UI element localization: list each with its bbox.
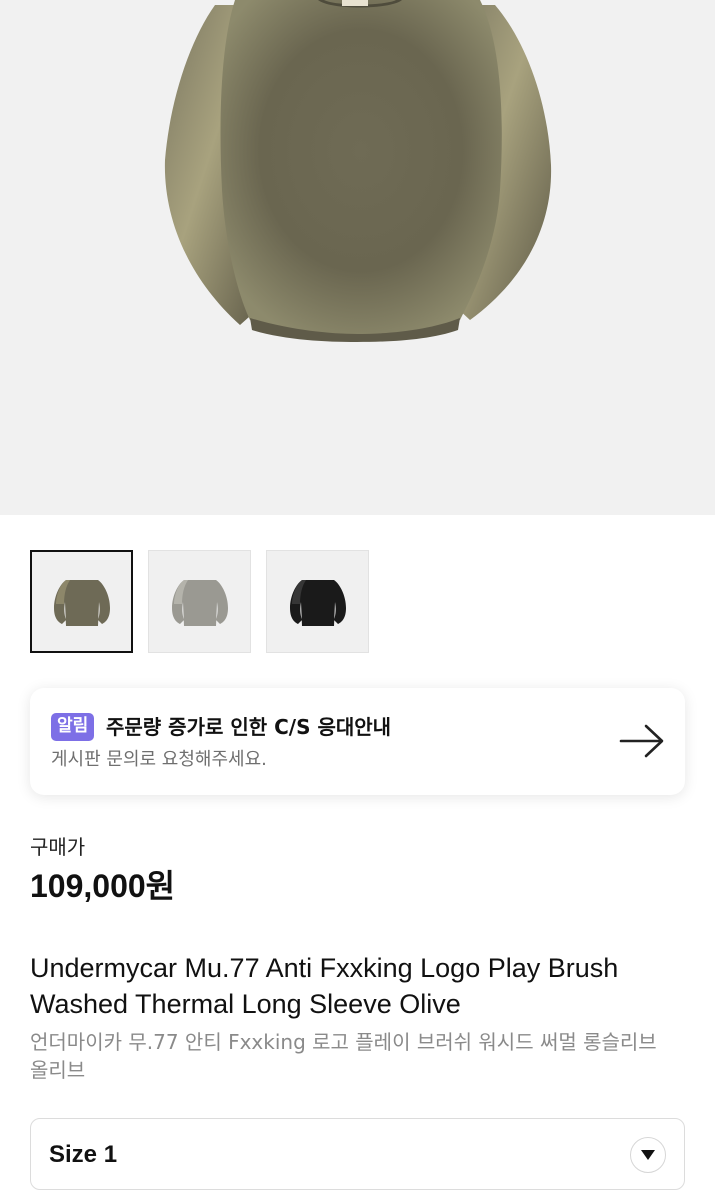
price-label: 구매가 — [30, 835, 86, 859]
size-select-value: Size 1 — [49, 1141, 118, 1168]
price-value: 109,000원 — [30, 868, 176, 904]
product-hero-image[interactable] — [0, 0, 715, 515]
thumbnail-black[interactable] — [266, 550, 369, 653]
cs-notice-banner[interactable]: 알림 주문량 증가로 인한 C/S 응대안내 게시판 문의로 요청해주세요. — [30, 688, 685, 795]
notice-badge: 알림 — [51, 713, 95, 741]
sweater-illustration — [164, 0, 552, 342]
thumbnail-grey[interactable] — [148, 550, 251, 653]
thumbnail-gallery — [30, 550, 369, 653]
product-title-ko: 언더마이카 무.77 안티 Fxxking 로고 플레이 브러쉬 워시드 써멀 … — [30, 1030, 657, 1082]
sweater-olive-icon — [53, 580, 110, 626]
arrow-right-icon[interactable] — [619, 724, 665, 762]
notice-title: 주문량 증가로 인한 C/S 응대안내 — [106, 715, 392, 739]
chevron-down-icon[interactable] — [630, 1137, 666, 1173]
sweater-grey-icon — [171, 580, 228, 626]
product-title-en: Undermycar Mu.77 Anti Fxxking Logo Play … — [30, 953, 619, 1019]
sweater-black-icon — [289, 580, 346, 626]
notice-subtitle: 게시판 문의로 요청해주세요. — [51, 749, 267, 770]
size-select[interactable]: Size 1 — [30, 1118, 685, 1190]
thumbnail-olive[interactable] — [30, 550, 133, 653]
